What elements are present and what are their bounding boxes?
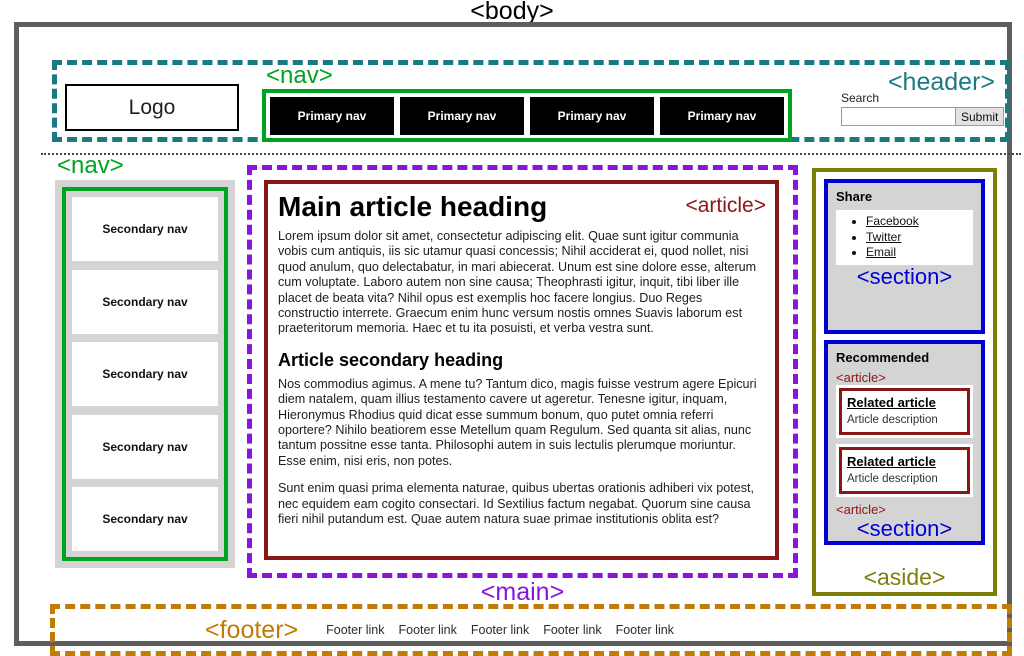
footer-link-4[interactable]: Footer link [543, 623, 601, 637]
share-link-facebook[interactable]: Facebook [866, 214, 919, 228]
recommended-article-tag-label-bottom: <article> [836, 502, 886, 517]
recommended-section-tag-label: <section> [856, 516, 953, 541]
secondary-nav-item-2[interactable]: Secondary nav [72, 269, 218, 334]
primary-nav: Primary nav Primary nav Primary nav Prim… [262, 89, 792, 142]
header-region: <header> Logo <nav> Primary nav Primary … [52, 60, 1010, 142]
secondary-nav-inner: Secondary nav Secondary nav Secondary na… [62, 187, 228, 561]
secondary-nav-item-1[interactable]: Secondary nav [72, 197, 218, 261]
secondary-nav-tag-label: <nav> [57, 152, 124, 179]
aside-region: Share Facebook Twitter Email <section> R… [812, 168, 997, 596]
share-links-box: Facebook Twitter Email [836, 210, 973, 265]
aside-tag-label: <aside> [863, 564, 946, 590]
related-article-wrap-1: Related article Article description [836, 385, 973, 438]
footer-link-5[interactable]: Footer link [616, 623, 674, 637]
related-article-description-2: Article description [847, 473, 938, 485]
header-divider [41, 153, 1021, 155]
recommended-section: Recommended <article> Related article Ar… [824, 340, 985, 545]
diagram-page: <body> <header> Logo <nav> Primary nav P… [0, 0, 1024, 656]
share-link-email[interactable]: Email [866, 245, 896, 259]
recommended-section-title: Recommended [836, 350, 930, 365]
footer-links: Footer link Footer link Footer link Foot… [326, 623, 674, 637]
related-article-description-1: Article description [847, 414, 938, 426]
footer-link-3[interactable]: Footer link [471, 623, 529, 637]
primary-nav-item-2[interactable]: Primary nav [400, 96, 524, 135]
article-paragraph-2: Nos commodius agimus. A mene tu? Tantum … [278, 376, 757, 468]
article-paragraph-3: Sunt enim quasi prima elementa naturae, … [278, 481, 755, 527]
secondary-nav: Secondary nav Secondary nav Secondary na… [55, 180, 235, 568]
body-box: <header> Logo <nav> Primary nav Primary … [14, 22, 1021, 656]
article-tag-label: <article> [685, 194, 766, 217]
share-link-twitter[interactable]: Twitter [866, 230, 901, 244]
search-form: Search Submit [841, 91, 1005, 126]
main-region: <article> Main article heading Lorem ips… [247, 165, 798, 578]
primary-nav-item-1[interactable]: Primary nav [270, 96, 394, 135]
secondary-nav-item-3[interactable]: Secondary nav [72, 342, 218, 406]
share-section-title: Share [836, 189, 873, 204]
secondary-nav-item-5[interactable]: Secondary nav [72, 487, 218, 551]
share-links-list: Facebook Twitter Email [836, 214, 973, 261]
search-input[interactable] [841, 107, 956, 126]
main-tag-label: <main> [480, 578, 565, 606]
footer-link-2[interactable]: Footer link [399, 623, 457, 637]
share-section-tag-label: <section> [856, 263, 953, 289]
article-region: <article> Main article heading Lorem ips… [264, 180, 779, 560]
search-submit-button[interactable]: Submit [956, 107, 1005, 126]
recommended-article-tag-label-top: <article> [836, 370, 886, 385]
article-paragraph-1: Lorem ipsum dolor sit amet, consectetur … [278, 229, 757, 336]
primary-nav-item-4[interactable]: Primary nav [660, 96, 784, 135]
list-item[interactable]: Twitter [866, 230, 973, 246]
primary-nav-item-3[interactable]: Primary nav [530, 96, 654, 135]
list-item[interactable]: Email [866, 245, 973, 261]
footer-link-1[interactable]: Footer link [326, 623, 384, 637]
related-article-1[interactable]: Related article Article description [839, 388, 970, 435]
related-article-wrap-2: Related article Article description [836, 444, 973, 497]
logo: Logo [65, 84, 239, 131]
related-article-title-2[interactable]: Related article [847, 453, 962, 470]
related-article-2[interactable]: Related article Article description [839, 447, 970, 494]
share-section: Share Facebook Twitter Email <section> [824, 179, 985, 334]
search-label: Search [841, 91, 880, 105]
secondary-nav-item-4[interactable]: Secondary nav [72, 414, 218, 479]
footer-region: <footer> Footer link Footer link Footer … [50, 604, 1012, 656]
body-tag-label: <body> [470, 0, 554, 25]
primary-nav-tag-label: <nav> [266, 62, 333, 89]
list-item[interactable]: Facebook [866, 214, 973, 230]
search-row: Submit [841, 107, 1005, 126]
footer-tag-label: <footer> [205, 616, 299, 644]
article-secondary-heading: Article secondary heading [278, 349, 504, 370]
related-article-title-1[interactable]: Related article [847, 394, 962, 411]
